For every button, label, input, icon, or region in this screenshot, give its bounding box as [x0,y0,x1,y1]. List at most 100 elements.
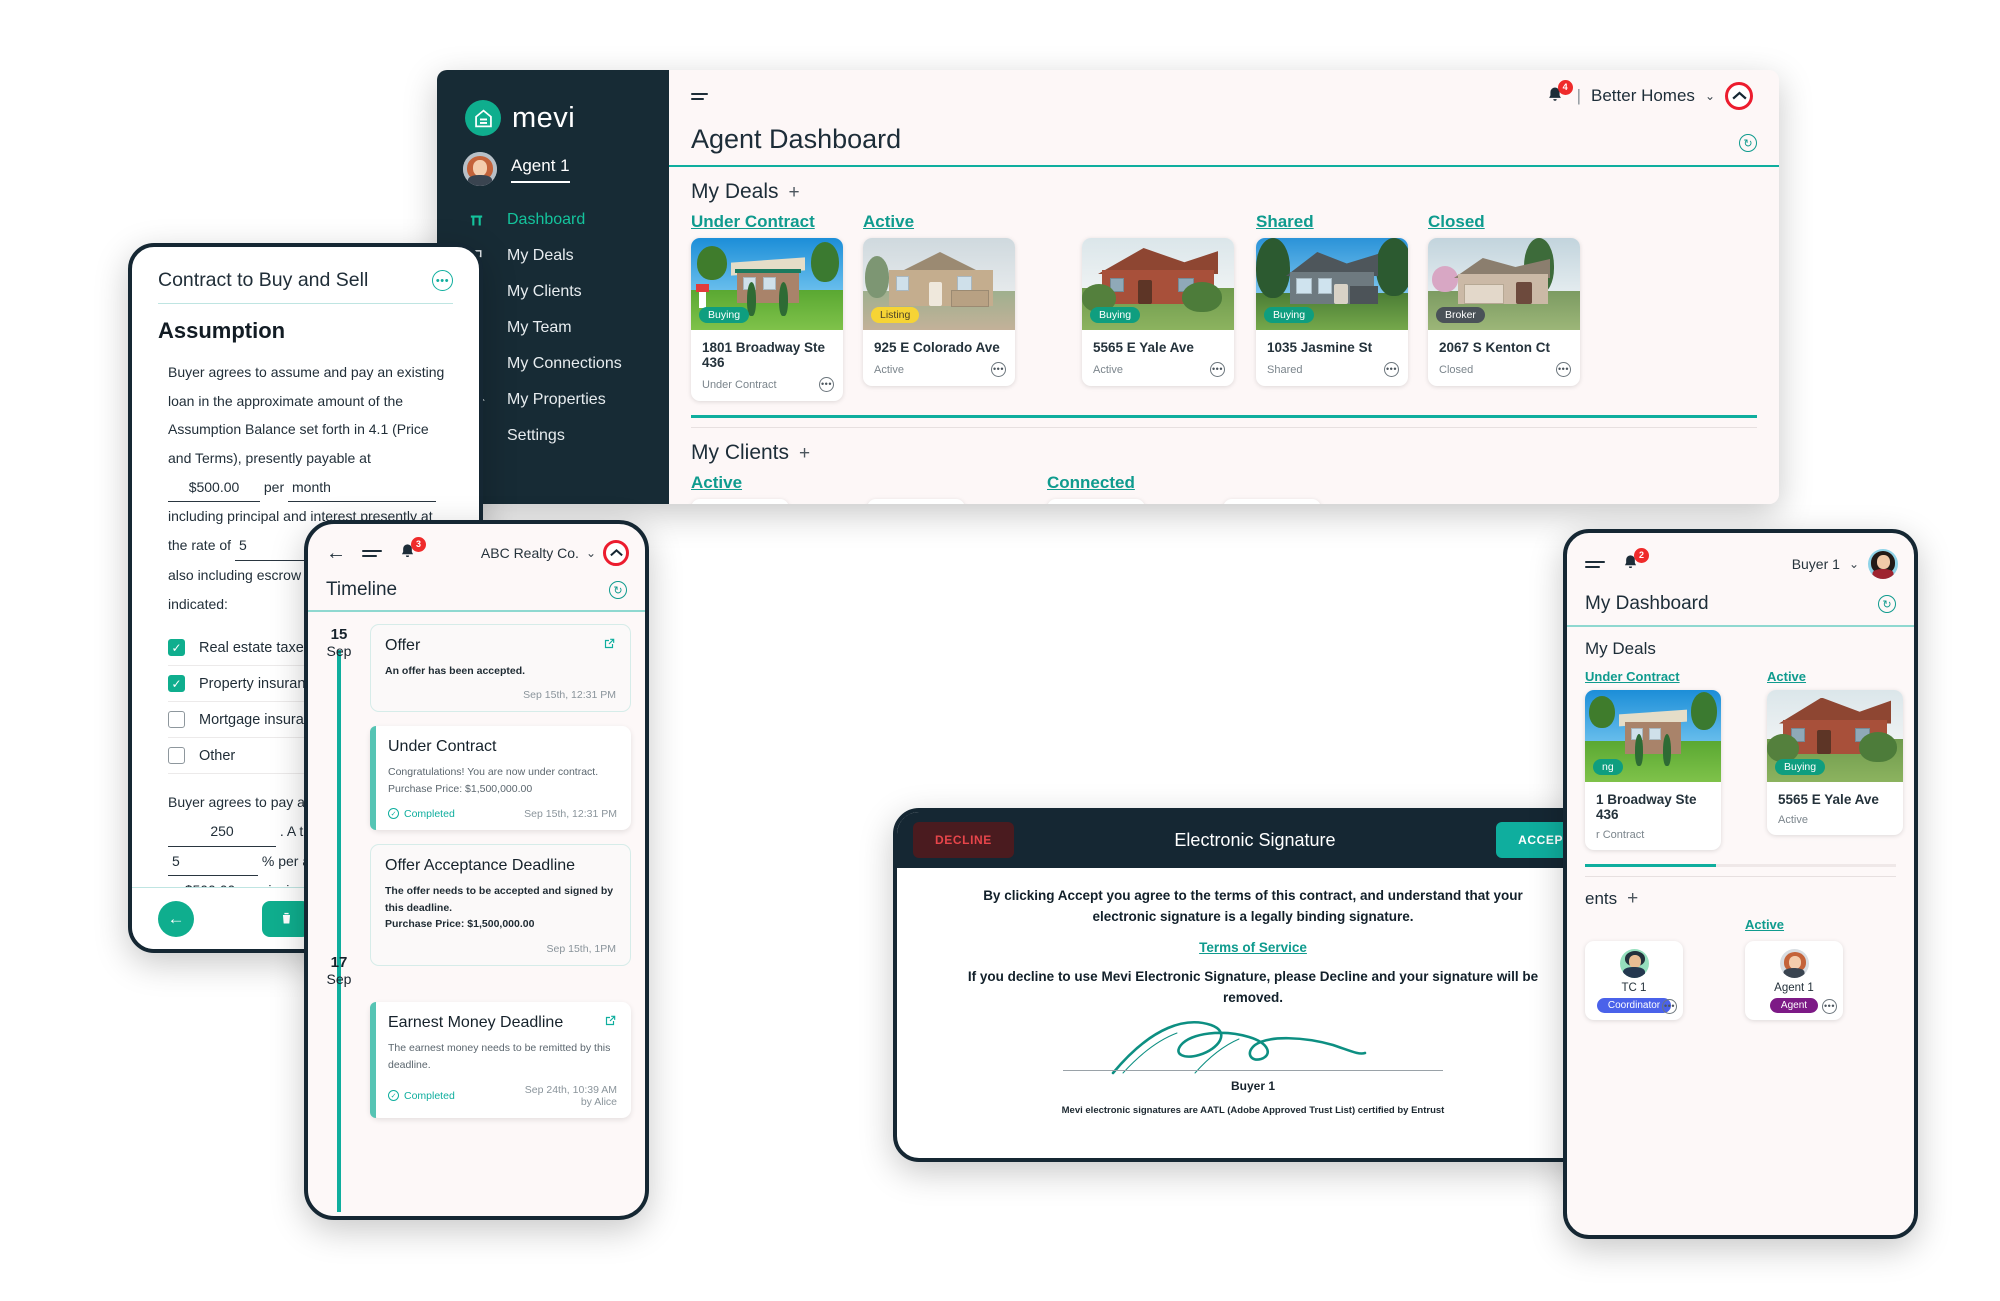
timeline-event-card[interactable]: Earnest Money Deadline The earnest money… [370,1002,631,1118]
org-name[interactable]: Better Homes [1591,86,1695,106]
deal-address: 1801 Broadway Ste 436 [702,340,826,370]
signature-area[interactable]: Buyer 1 [955,1015,1551,1101]
deal-category-label[interactable]: Active [863,212,1256,232]
timeline-event-card[interactable]: Under Contract Congratulations! You are … [370,726,631,830]
notification-badge: 4 [1557,80,1573,95]
checkbox-unchecked-icon[interactable] [168,711,185,729]
external-link-icon[interactable] [602,637,616,654]
topbar-right: 4 | Better Homes ⌄ [1545,80,1753,110]
section-title: My Deals [691,180,779,203]
trash-icon[interactable] [262,900,310,937]
more-dots-icon[interactable]: ••• [819,377,834,392]
bell-icon[interactable]: 3 [398,537,426,564]
timeline-event-card[interactable]: Offer Acceptance Deadline The offer need… [370,843,631,967]
chevron-down-icon[interactable]: ⌄ [586,546,596,560]
back-arrow-icon[interactable]: ← [326,542,346,565]
client-category-label[interactable]: Active [1745,917,1843,935]
separator: | [1576,86,1581,105]
terms-of-service-link[interactable]: Terms of Service [1199,940,1307,955]
back-arrow-icon[interactable]: ← [158,900,194,937]
assumption-period-field[interactable]: month [288,473,437,503]
tablet-deals-scrollbar[interactable] [1585,863,1896,867]
add-deal-button[interactable]: + [789,183,800,202]
client-category-label[interactable]: Connected [1047,473,1403,493]
chevron-down-icon[interactable]: ⌄ [1849,557,1859,571]
external-link-icon[interactable] [603,1014,617,1031]
deal-category-label[interactable]: Under Contract [1585,669,1721,684]
loan-transfer-fee-field[interactable]: 250 [168,817,276,847]
more-dots-icon[interactable]: ••• [1384,362,1399,377]
decline-paragraph: If you decline to use Mevi Electronic Si… [967,968,1539,1005]
hamburger-icon[interactable] [362,549,382,557]
sidebar-item-dashboard[interactable]: Dashboard [437,202,669,238]
client-card[interactable]: Buyer 1 Buyer ••• [867,499,965,504]
deal-card[interactable]: Buying 5565 E Yale Ave Active ••• [1082,238,1234,386]
add-client-button[interactable]: + [1627,889,1638,908]
deal-card[interactable]: ng 1 Broadway Ste 436 r Contract [1585,689,1721,850]
timeline-list: 15 Sep 17 Sep Offer An offer has been ac… [308,612,645,1212]
deal-card[interactable]: Buying 1801 Broadway Ste 436 Under Contr… [691,238,843,401]
assumption-payment-field[interactable]: $500.00 [168,473,260,503]
bell-icon[interactable]: 2 [1621,548,1649,575]
bell-icon[interactable]: 4 [1545,80,1573,107]
new-rate-field[interactable]: 5 [168,847,258,877]
user-avatar-icon[interactable] [1868,549,1898,579]
deal-chip: Buying [1264,307,1315,323]
more-dots-icon[interactable]: ••• [1210,362,1225,377]
more-dots-icon[interactable]: ••• [1556,362,1571,377]
refresh-icon[interactable]: ↻ [1739,134,1757,152]
contract-header: Contract to Buy and Sell ••• [158,269,453,292]
more-dots-icon[interactable]: ••• [1822,998,1837,1014]
deals-scrollbar[interactable] [691,415,1757,418]
org-logo-icon[interactable] [1725,82,1753,110]
deal-status: Under Contract [702,378,777,391]
property-photo: Listing [863,238,1015,330]
more-dots-icon[interactable]: ••• [432,270,453,291]
deal-category-label[interactable]: Closed [1428,212,1600,232]
client-card[interactable]: Agent 1 Agent ••• [1745,940,1843,1020]
client-category-label[interactable] [1585,917,1683,935]
deal-card[interactable]: Buying 5565 E Yale Ave Active [1767,689,1903,835]
add-client-button[interactable]: + [799,444,810,463]
modal-header: DECLINE Electronic Signature ACCEPT [897,812,1609,868]
user-name: Buyer 1 [1791,556,1840,572]
profile-name: Agent 1 [511,156,570,183]
deal-card[interactable]: Broker 2067 S Kenton Ct Closed ••• [1428,238,1580,386]
client-card[interactable]: Seller 1 Seller ••• [1047,499,1145,504]
org-logo-icon[interactable] [603,540,629,566]
deal-category-label[interactable]: Under Contract [691,212,863,232]
client-category-label[interactable]: Active [691,473,1047,493]
hamburger-icon[interactable] [1585,560,1605,568]
brand: mevi [437,90,669,136]
check-circle-icon: ✓ [388,1090,399,1102]
tablet-user[interactable]: Buyer 1 ⌄ [1792,549,1898,579]
sidebar-item-label: My Deals [507,247,574,264]
dashboard-main: 4 | Better Homes ⌄ Agent Dashboard ↻ My … [669,70,1779,504]
client-card[interactable]: Buyer 2 Buyer ••• [691,499,789,504]
tablet-deal-group-under-contract: Under Contract ng 1 Broadway Ste 436 r C… [1585,669,1721,850]
deal-card[interactable]: Listing 925 E Colorado Ave Active ••• [863,238,1015,386]
decline-button[interactable]: DECLINE [913,822,1014,858]
client-card[interactable]: TC 1 Coordinator ••• [1585,940,1683,1020]
timeline-event-card[interactable]: Offer An offer has been accepted. Sep 15… [370,623,631,713]
sidebar-item-label: My Clients [507,283,582,300]
refresh-icon[interactable]: ↻ [1878,595,1896,613]
role-badge: Coordinator [1596,997,1672,1013]
more-dots-icon[interactable]: ••• [991,362,1006,377]
timeline-month: Sep [326,970,352,987]
deal-card[interactable]: Buying 1035 Jasmine St Shared ••• [1256,238,1408,386]
more-dots-icon[interactable]: ••• [1662,998,1677,1014]
refresh-icon[interactable]: ↻ [609,581,627,599]
chevron-down-icon[interactable]: ⌄ [1705,89,1715,103]
client-card[interactable]: Seller 2 Seller ••• [1223,499,1321,504]
sidebar-profile[interactable]: Agent 1 [437,136,669,186]
hamburger-icon[interactable] [691,92,708,100]
deal-category-label[interactable]: Active [1767,669,1903,684]
checkbox-checked-icon[interactable]: ✓ [168,639,185,657]
checkbox-checked-icon[interactable]: ✓ [168,675,185,693]
tablet-client-group-1: TC 1 Coordinator ••• [1585,917,1683,1020]
phone-org[interactable]: ABC Realty Co. ⌄ [481,540,629,566]
page-title-row: Agent Dashboard ↻ [669,122,1779,165]
deal-category-label[interactable]: Shared [1256,212,1428,232]
checkbox-unchecked-icon[interactable] [168,747,185,765]
